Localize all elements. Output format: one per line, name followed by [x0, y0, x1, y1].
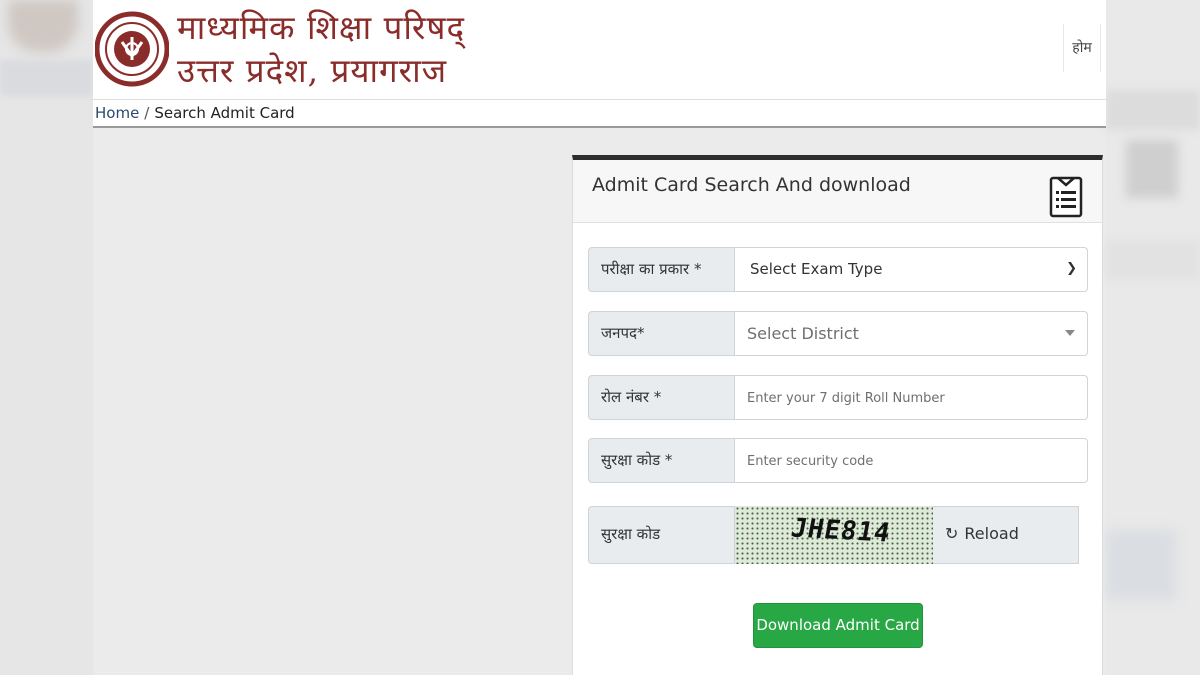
security-code-input[interactable]: Enter security code: [735, 438, 1088, 483]
captcha-row: सुरक्षा कोड JHE814 ↻ Reload: [588, 506, 1079, 564]
refresh-icon: ↻: [945, 524, 959, 543]
roll-number-row: रोल नंबर * Enter your 7 digit Roll Numbe…: [588, 375, 1088, 420]
right-blurred-panel: [1106, 0, 1200, 675]
download-admit-card-button[interactable]: Download Admit Card: [753, 603, 923, 648]
breadcrumb: Home / Search Admit Card: [93, 100, 1106, 128]
exam-type-label: परीक्षा का प्रकार *: [588, 247, 735, 292]
district-selected: Select District: [747, 324, 859, 343]
blurred-bar: [0, 60, 93, 96]
captcha-label: सुरक्षा कोड: [588, 506, 735, 564]
site-title-line2: उत्तर प्रदेश, प्रयागराज: [177, 51, 448, 90]
home-nav-link[interactable]: होम: [1063, 24, 1101, 72]
chevron-down-icon: ❯: [1066, 261, 1077, 276]
exam-type-select[interactable]: Select Exam Type ❯: [735, 247, 1088, 292]
card-header: Admit Card Search And download: [573, 160, 1102, 223]
card-title: Admit Card Search And download: [592, 174, 911, 196]
district-select[interactable]: Select District: [735, 311, 1088, 356]
exam-type-selected: Select Exam Type: [750, 260, 883, 278]
caret-down-icon: [1065, 330, 1075, 336]
reload-captcha-button[interactable]: ↻ Reload: [933, 506, 1079, 564]
document-list-icon: [1049, 176, 1083, 218]
board-logo-icon[interactable]: [95, 4, 169, 94]
site-title: माध्यमिक शिक्षा परिषद् उत्तर प्रदेश, प्र…: [177, 6, 465, 92]
exam-type-row: परीक्षा का प्रकार * Select Exam Type ❯: [588, 247, 1088, 292]
blurred-image: [8, 0, 78, 52]
security-code-label: सुरक्षा कोड *: [588, 438, 735, 483]
left-blurred-panel: [0, 0, 93, 675]
security-code-row: सुरक्षा कोड * Enter security code: [588, 438, 1088, 483]
captcha-image: JHE814: [735, 506, 933, 564]
site-title-line1: माध्यमिक शिक्षा परिषद्: [177, 8, 466, 47]
breadcrumb-current: Search Admit Card: [154, 104, 295, 122]
district-label: जनपद*: [588, 311, 735, 356]
roll-number-input[interactable]: Enter your 7 digit Roll Number: [735, 375, 1088, 420]
district-row: जनपद* Select District: [588, 311, 1088, 356]
reload-label: Reload: [964, 524, 1019, 543]
roll-number-label: रोल नंबर *: [588, 375, 735, 420]
breadcrumb-home[interactable]: Home: [95, 104, 139, 122]
captcha-code: JHE814: [788, 513, 894, 549]
breadcrumb-separator: /: [144, 104, 150, 122]
admit-card-search-panel: Admit Card Search And download परीक्षा क…: [572, 155, 1103, 675]
site-header: माध्यमिक शिक्षा परिषद् उत्तर प्रदेश, प्र…: [93, 0, 1106, 100]
